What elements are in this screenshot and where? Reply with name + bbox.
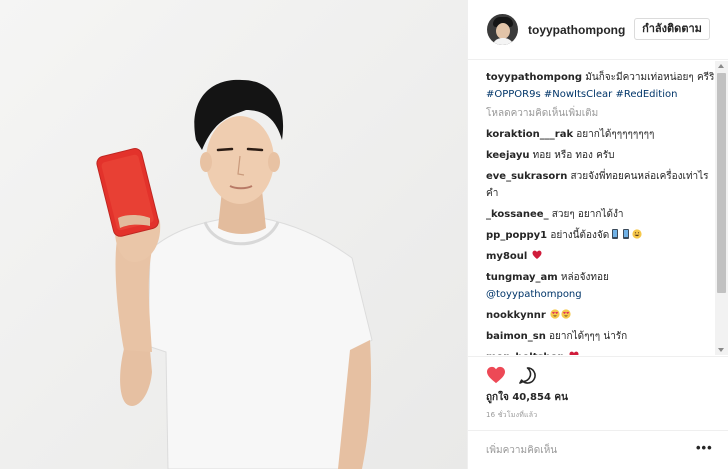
avatar[interactable] (487, 14, 518, 45)
comment-item: koraktion___rak อยากได้ๆๆๆๆๆๆๆๆ (486, 126, 715, 143)
comment-item: pp_poppy1 อย่างนี้ต้องจัด (486, 227, 715, 244)
hashtag-link[interactable]: #NowItsClear (544, 89, 616, 100)
heart-emoji (569, 350, 579, 355)
hashtag-link[interactable]: #RedEdition (615, 89, 677, 100)
comment-text: ทอย หรือ ทอง ครับ (529, 150, 615, 161)
comment-text: อยากได้ๆๆๆๆๆๆๆๆ (573, 129, 655, 140)
comment-item: nookkynnr (486, 307, 715, 324)
phone-emoji (621, 228, 631, 239)
post-caption: toyypathompong มันก็จะมีความเท่อหน่อยๆ ค… (486, 69, 715, 103)
comment-text: อยากได้ๆๆๆ น่ารัก (545, 331, 628, 342)
load-more-comments-link[interactable]: โหลดความคิดเห็นเพิ่มเติม (486, 106, 715, 122)
comment-username[interactable]: _kossanee_ (486, 209, 549, 220)
comment-username[interactable]: baimon_sn (486, 331, 546, 342)
add-comment-input[interactable] (486, 440, 676, 460)
scroll-down-icon[interactable] (718, 348, 724, 352)
post-side-panel: toyypathompong กำลังติดตาม toyypathompon… (467, 0, 728, 469)
comments-list: toyypathompong มันก็จะมีความเท่อหน่อยๆ ค… (468, 61, 715, 355)
photo-illustration (0, 0, 467, 469)
like-heart-icon[interactable] (486, 366, 506, 389)
likes-count[interactable]: ถูกใจ 40,854 คน (486, 390, 568, 405)
hashtag-link[interactable]: #OPPOR9s (486, 89, 544, 100)
post-username[interactable]: toyypathompong (528, 23, 625, 37)
heart-eyes-emoji (550, 308, 560, 319)
grin-emoji (632, 228, 642, 239)
phone-emoji (610, 228, 620, 239)
comment-username[interactable]: pp_poppy1 (486, 230, 547, 241)
comment-username[interactable]: my8oul (486, 251, 527, 262)
comment-item: keejayu ทอย หรือ ทอง ครับ (486, 147, 715, 164)
comment-item: baimon_sn อยากได้ๆๆๆ น่ารัก (486, 328, 715, 345)
comment-username[interactable]: eve_sukrasorn (486, 171, 567, 182)
comment-bubble-icon[interactable] (518, 366, 537, 390)
comment-item: men_beltshop (486, 349, 715, 355)
comment-text: อย่างนี้ต้องจัด (547, 230, 610, 241)
post-photo (0, 0, 467, 469)
comment-text: สวยๆ อยากได้งำ (548, 209, 624, 220)
comment-username[interactable]: tungmay_am (486, 272, 558, 283)
more-options-icon[interactable]: ••• (696, 440, 713, 455)
caption-text: มันก็จะมีความเท่อหน่อยๆ ครีริ (582, 72, 715, 83)
comment-text: หล่อจังทอย (557, 272, 609, 283)
mention-link[interactable]: @toyypathompong (486, 289, 582, 300)
add-comment-bar: ••• (468, 430, 728, 469)
comment-username[interactable]: nookkynnr (486, 310, 546, 321)
comment-item: tungmay_am หล่อจังทอย @toyypathompong (486, 269, 715, 303)
comment-username[interactable]: men_beltshop (486, 352, 565, 355)
post-header: toyypathompong กำลังติดตาม (468, 0, 728, 60)
following-button[interactable]: กำลังติดตาม (634, 18, 710, 40)
comments-scrollbar[interactable] (715, 61, 728, 355)
scrollbar-thumb[interactable] (717, 73, 726, 293)
caption-username[interactable]: toyypathompong (486, 72, 582, 83)
comment-item: _kossanee_ สวยๆ อยากได้งำ (486, 206, 715, 223)
heart-emoji (532, 249, 542, 259)
heart-eyes-emoji (561, 308, 571, 319)
post-timestamp: 16 ชั่วโมงที่แล้ว (486, 411, 538, 419)
scroll-up-icon[interactable] (718, 64, 724, 68)
comment-username[interactable]: keejayu (486, 150, 529, 161)
comment-item: my8oul (486, 248, 715, 265)
comment-item: eve_sukrasorn สวยจังพี่ทอยคนหล่อเครื่องเ… (486, 168, 715, 202)
comment-username[interactable]: koraktion___rak (486, 129, 573, 140)
